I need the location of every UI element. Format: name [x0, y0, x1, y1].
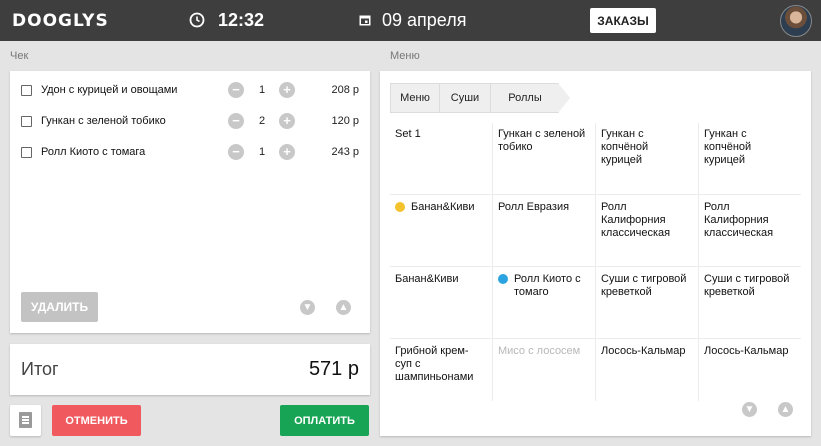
item-price: 208 р — [331, 84, 359, 96]
item-qty: 1 — [258, 84, 266, 96]
item-price: 120 р — [331, 115, 359, 127]
orders-button[interactable]: ЗАКАЗЫ — [590, 8, 656, 33]
app-logo: DOOGLYS — [12, 11, 109, 31]
status-dot — [395, 202, 405, 212]
menu-section-label: Меню — [390, 50, 420, 62]
increase-qty-button[interactable]: + — [279, 82, 295, 98]
receipt-button[interactable] — [10, 405, 41, 436]
menu-item[interactable]: Ролл Калифорния классическая — [595, 195, 697, 265]
breadcrumb-sushi[interactable]: Суши — [439, 83, 491, 113]
increase-qty-button[interactable]: + — [279, 113, 295, 129]
clock-icon — [189, 12, 205, 28]
item-checkbox[interactable] — [21, 116, 32, 127]
increase-qty-button[interactable]: + — [279, 144, 295, 160]
menu-item[interactable]: Ролл Киото с томаго — [492, 267, 594, 337]
total-value: 571 р — [308, 358, 359, 380]
decrease-qty-button[interactable]: − — [228, 113, 244, 129]
menu-item[interactable]: Банан&Киви — [389, 267, 491, 337]
menu-scroll-down-icon[interactable]: ▼ — [742, 402, 757, 417]
menu-item[interactable]: Суши с тигровой креветкой — [698, 267, 800, 337]
menu-item[interactable]: Суши с тигровой креветкой — [595, 267, 697, 337]
item-checkbox[interactable] — [21, 147, 32, 158]
top-bar: DOOGLYS 12:32 09 апреля ЗАКАЗЫ — [0, 0, 821, 41]
scroll-up-icon[interactable]: ▲ — [336, 300, 351, 315]
total-label: Итог — [21, 359, 59, 379]
menu-item[interactable]: Лосось-Кальмар — [698, 339, 800, 409]
breadcrumb-arrow — [558, 83, 570, 113]
check-section-label: Чек — [10, 50, 29, 62]
menu-panel: Меню Суши Роллы Set 1 Гункан с зеленой т… — [380, 71, 811, 436]
item-name: Удон с курицей и овощами — [41, 84, 178, 96]
menu-item[interactable]: Банан&Киви — [389, 195, 491, 265]
item-checkbox[interactable] — [21, 85, 32, 96]
breadcrumb-menu[interactable]: Меню — [390, 83, 440, 113]
item-price: 243 р — [331, 146, 359, 158]
check-item-row[interactable]: Удон с курицей и овощами − 1 + 208 р — [10, 81, 370, 101]
status-dot — [498, 274, 508, 284]
check-item-row[interactable]: Гункан с зеленой тобико − 2 + 120 р — [10, 112, 370, 132]
menu-item-disabled: Мисо с лососем — [498, 345, 581, 357]
decrease-qty-button[interactable]: − — [228, 144, 244, 160]
menu-item[interactable]: Set 1 — [389, 122, 491, 192]
check-item-row[interactable]: Ролл Киото с томага − 1 + 243 р — [10, 143, 370, 163]
item-qty: 2 — [258, 115, 266, 127]
item-name: Ролл Киото с томага — [41, 146, 146, 158]
check-panel: Удон с курицей и овощами − 1 + 208 р Гун… — [10, 71, 370, 333]
current-time: 12:32 — [218, 10, 265, 30]
receipt-icon — [19, 412, 32, 428]
menu-item[interactable]: Гункан с копчёной курицей — [595, 122, 697, 192]
menu-scroll-up-icon[interactable]: ▲ — [778, 402, 793, 417]
user-avatar[interactable] — [780, 5, 812, 37]
item-qty: 1 — [258, 146, 266, 158]
menu-item[interactable]: Гункан с копчёной курицей — [698, 122, 800, 192]
total-panel: Итог 571 р — [10, 344, 370, 395]
menu-item[interactable]: Гункан с зеленой тобико — [492, 122, 594, 192]
decrease-qty-button[interactable]: − — [228, 82, 244, 98]
cancel-button[interactable]: ОТМЕНИТЬ — [52, 405, 141, 436]
delete-button[interactable]: УДАЛИТЬ — [21, 292, 98, 322]
menu-item[interactable]: Лосось-Кальмар — [595, 339, 697, 409]
calendar-icon — [359, 15, 371, 26]
menu-item[interactable]: Ролл Евразия — [492, 195, 594, 265]
scroll-down-icon[interactable]: ▼ — [300, 300, 315, 315]
menu-item[interactable]: Грибной крем-суп с шампиньонами — [389, 339, 491, 409]
breadcrumb-rolls[interactable]: Роллы — [490, 83, 559, 113]
menu-item[interactable]: Ролл Калифорния классическая — [698, 195, 800, 265]
item-name: Гункан с зеленой тобико — [41, 115, 166, 127]
pay-button[interactable]: ОПЛАТИТЬ — [280, 405, 369, 436]
current-date: 09 апреля — [382, 10, 467, 30]
